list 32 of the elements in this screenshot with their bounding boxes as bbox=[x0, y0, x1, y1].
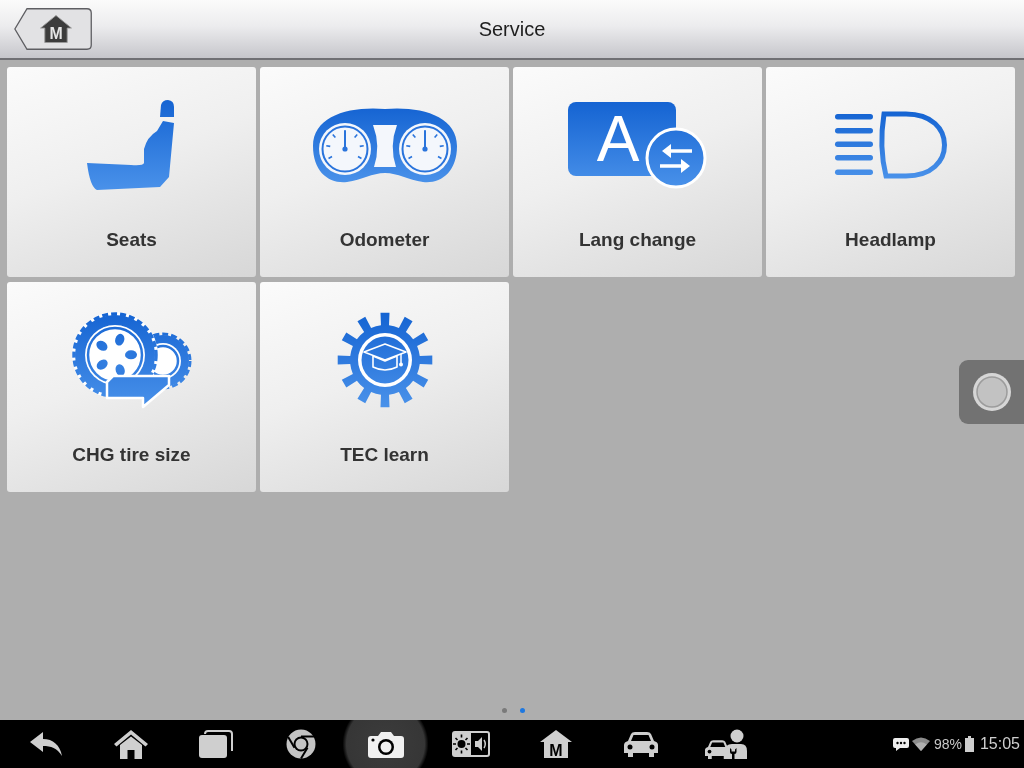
stacked-windows-icon bbox=[198, 730, 233, 758]
home-icon bbox=[113, 729, 148, 759]
house-logo-icon: M bbox=[40, 15, 72, 43]
browser-icon bbox=[285, 729, 316, 759]
camera-button[interactable] bbox=[343, 720, 428, 768]
m-home-button[interactable]: M bbox=[513, 720, 598, 768]
service-tile[interactable]: Headlamp bbox=[766, 67, 1015, 277]
service-tile[interactable]: TEC learn bbox=[260, 282, 509, 492]
house-logo-icon: M bbox=[539, 730, 572, 758]
battery-percentage: 98% bbox=[933, 736, 962, 752]
service-tile[interactable]: Seats bbox=[7, 67, 256, 277]
service-tile[interactable]: Odometer bbox=[260, 67, 509, 277]
circle-icon bbox=[971, 372, 1012, 412]
gauges-icon bbox=[312, 106, 457, 184]
brightness-volume-icon bbox=[451, 731, 490, 757]
service-tile[interactable]: CHG tire size bbox=[7, 282, 256, 492]
car-technician-icon bbox=[704, 729, 747, 759]
camera-icon bbox=[367, 730, 404, 758]
car-icon bbox=[623, 731, 658, 757]
battery-icon bbox=[964, 736, 974, 752]
back-button[interactable]: M bbox=[14, 8, 92, 50]
tires-arrow-icon bbox=[71, 311, 192, 409]
back-arrow-icon bbox=[29, 732, 62, 756]
seat-icon bbox=[86, 99, 177, 191]
gear-graduation-cap-icon bbox=[336, 312, 433, 408]
message-icon bbox=[892, 737, 909, 751]
headlamp-icon bbox=[833, 111, 948, 179]
floating-button[interactable] bbox=[959, 360, 1024, 424]
service-tile[interactable]: A Lang change bbox=[513, 67, 762, 277]
clock: 15:05 bbox=[979, 735, 1020, 753]
wifi-icon bbox=[911, 737, 930, 751]
page-title: Service bbox=[478, 17, 546, 41]
